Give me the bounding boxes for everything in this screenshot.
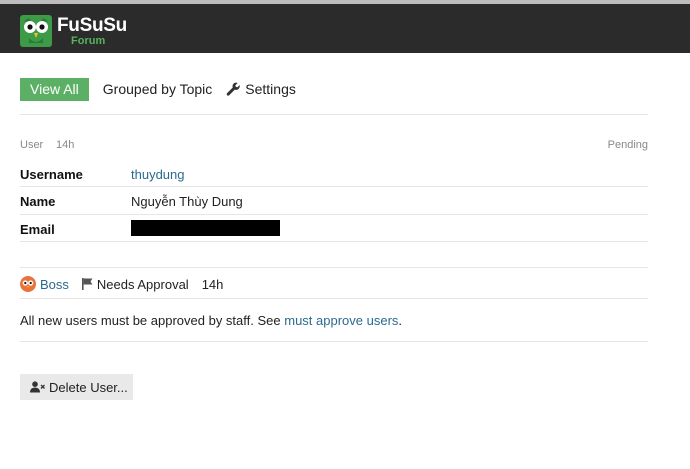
review-type: User <box>20 139 44 151</box>
review-age[interactable]: 14h <box>56 139 74 151</box>
review-tabs: View All Grouped by Topic Settings <box>20 77 296 101</box>
delete-user-button[interactable]: Delete User... <box>20 374 133 400</box>
review-reason: Needs Approval <box>96 276 189 292</box>
message-suffix: . <box>398 313 403 328</box>
name-row: Name Nguyễn Thùy Dung <box>20 188 648 214</box>
tab-grouped-by-topic[interactable]: Grouped by Topic <box>103 81 212 97</box>
divider <box>20 241 648 242</box>
email-redacted <box>131 220 280 236</box>
divider <box>20 214 648 215</box>
wrench-icon <box>226 82 241 96</box>
tab-settings-label: Settings <box>245 81 296 97</box>
divider <box>20 341 648 342</box>
review-history-item: Boss Needs Approval 14h <box>20 274 223 294</box>
reviewer-link[interactable]: Boss <box>40 277 69 292</box>
email-row: Email <box>20 216 648 242</box>
status-badge: Pending <box>607 139 648 151</box>
divider <box>20 114 648 115</box>
username-link[interactable]: thuydung <box>131 167 185 182</box>
review-time: 14h <box>201 276 224 292</box>
approval-message: All new users must be approved by staff.… <box>20 313 402 328</box>
divider <box>20 298 648 299</box>
logo-subtitle: Forum <box>71 34 106 47</box>
username-label: Username <box>20 167 83 182</box>
tab-view-all[interactable]: View All <box>20 77 89 101</box>
divider <box>20 186 648 187</box>
email-label: Email <box>20 222 55 237</box>
divider <box>20 267 648 268</box>
must-approve-users-link[interactable]: must approve users <box>284 313 398 328</box>
delete-user-label: Delete User... <box>49 379 128 395</box>
review-meta: User 14h Pending <box>20 139 648 155</box>
site-header: FuSuSu Forum <box>0 4 690 53</box>
flag-icon <box>81 278 93 290</box>
username-row: Username thuydung <box>20 161 648 187</box>
site-logo[interactable]: FuSuSu Forum <box>20 14 127 48</box>
user-remove-icon <box>30 381 45 393</box>
owl-logo-icon <box>20 15 52 47</box>
name-value: Nguyễn Thùy Dung <box>131 194 243 209</box>
logo-title: FuSuSu <box>57 14 127 36</box>
tab-settings[interactable]: Settings <box>226 81 296 97</box>
owl-avatar-icon[interactable] <box>20 276 36 292</box>
name-label: Name <box>20 194 56 209</box>
message-text: All new users must be approved by staff.… <box>20 313 285 328</box>
